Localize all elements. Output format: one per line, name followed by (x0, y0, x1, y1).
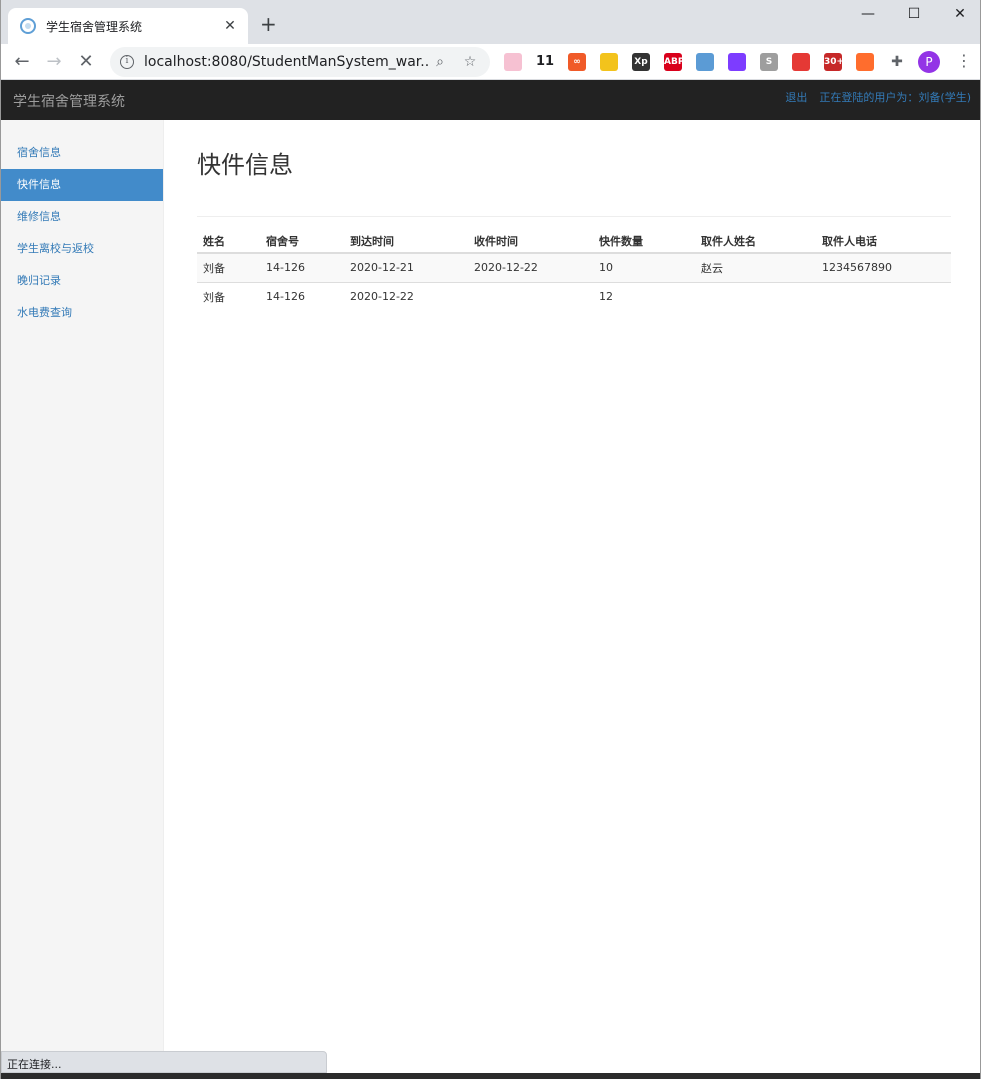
back-arrow-icon[interactable]: ← (10, 50, 34, 74)
extension-2-icon[interactable]: 11 (536, 53, 554, 71)
cell-picker-name: 赵云 (695, 252, 816, 282)
puzzle-icon[interactable]: ✚ (888, 53, 906, 71)
forward-arrow-icon[interactable]: → (42, 50, 66, 74)
browser-menu-icon[interactable]: ⋮ (956, 51, 972, 70)
column-header-picker-phone: 取件人电话 (816, 229, 951, 254)
url-text[interactable]: localhost:8080/StudentManSystem_war... (144, 54, 430, 70)
logout-link[interactable]: 退出 (785, 89, 807, 105)
site-info-icon[interactable]: i (120, 55, 134, 69)
app-navbar: 学生宿舍管理系统 退出 正在登陆的用户为：刘备(学生) (0, 80, 981, 120)
column-header-name: 姓名 (197, 229, 260, 254)
extension-8-icon[interactable] (728, 53, 746, 71)
express-table: 姓名 宿舍号 到达时间 收件时间 快件数量 取件人姓名 取件人电话 刘备 14-… (197, 229, 951, 311)
column-header-count: 快件数量 (593, 229, 695, 254)
sidebar-item-utility-bill[interactable]: 水电费查询 (1, 297, 163, 329)
navbar-right: 退出 正在登陆的用户为：刘备(学生) (785, 89, 971, 105)
extension-7-icon[interactable] (696, 53, 714, 71)
zoom-icon[interactable]: ⌕ (430, 54, 450, 70)
extension-9-icon[interactable]: S (760, 53, 778, 71)
logged-in-user-link[interactable]: 正在登陆的用户为：刘备(学生) (819, 89, 971, 105)
minimize-button[interactable]: — (858, 6, 878, 22)
sidebar-item-late-return[interactable]: 晚归记录 (1, 265, 163, 297)
tab-title: 学生宿舍管理系统 (46, 19, 143, 34)
browser-toolbar: ← → ✕ i localhost:8080/StudentManSystem_… (0, 44, 981, 80)
column-header-dorm: 宿舍号 (260, 229, 344, 254)
sidebar: 宿舍信息 快件信息 维修信息 学生离校与返校 晚归记录 水电费查询 (1, 120, 164, 1051)
sidebar-item-leave-return[interactable]: 学生离校与返校 (1, 233, 163, 265)
cell-name: 刘备 (197, 252, 260, 282)
column-header-received: 收件时间 (468, 229, 593, 254)
bookmark-star-icon[interactable]: ☆ (460, 54, 480, 70)
extension-12-icon[interactable] (856, 53, 874, 71)
column-header-arrival: 到达时间 (344, 229, 468, 254)
cell-count: 10 (593, 252, 695, 282)
table-row: 刘备 14-126 2020-12-22 12 (197, 281, 951, 311)
taskbar-strip (0, 1073, 981, 1079)
table-header-row: 姓名 宿舍号 到达时间 收件时间 快件数量 取件人姓名 取件人电话 (197, 229, 951, 254)
cell-count: 12 (593, 281, 695, 311)
app-brand[interactable]: 学生宿舍管理系统 (13, 91, 125, 111)
cell-picker-name (695, 281, 816, 311)
favicon-icon (20, 18, 36, 34)
close-tab-icon[interactable]: ✕ (222, 18, 238, 34)
browser-tab[interactable]: 学生宿舍管理系统 ✕ (8, 8, 248, 44)
cell-dorm: 14-126 (260, 252, 344, 282)
extension-3-icon[interactable]: ∞ (568, 53, 586, 71)
sidebar-item-repair-info[interactable]: 维修信息 (1, 201, 163, 233)
extension-11-icon[interactable]: 30+ (824, 53, 844, 71)
browser-titlebar: 学生宿舍管理系统 ✕ + — ☐ ✕ (0, 0, 981, 44)
cell-arrival: 2020-12-22 (344, 281, 468, 311)
stop-loading-icon[interactable]: ✕ (74, 50, 98, 74)
main-content: 快件信息 姓名 宿舍号 到达时间 收件时间 快件数量 取件人姓名 取件人电话 刘… (197, 120, 951, 311)
sidebar-item-dorm-info[interactable]: 宿舍信息 (1, 137, 163, 169)
adblock-icon[interactable]: ABP (664, 53, 684, 71)
new-tab-button[interactable]: + (260, 14, 277, 34)
extension-10-icon[interactable] (792, 53, 810, 71)
cell-picker-phone (816, 281, 951, 311)
sidebar-item-express-info[interactable]: 快件信息 (1, 169, 163, 201)
profile-avatar[interactable]: P (918, 51, 940, 73)
cell-received: 2020-12-22 (468, 252, 593, 282)
maximize-button[interactable]: ☐ (904, 6, 924, 22)
browser-status-bar: 正在连接... (1, 1051, 327, 1073)
page-title: 快件信息 (197, 150, 951, 217)
cell-picker-phone: 1234567890 (816, 252, 951, 282)
address-bar[interactable]: i localhost:8080/StudentManSystem_war...… (110, 47, 490, 77)
close-window-button[interactable]: ✕ (950, 6, 970, 22)
cell-dorm: 14-126 (260, 281, 344, 311)
cell-received (468, 281, 593, 311)
cell-arrival: 2020-12-21 (344, 252, 468, 282)
column-header-picker-name: 取件人姓名 (695, 229, 816, 254)
extension-5-icon[interactable]: Xp (632, 53, 650, 71)
cell-name: 刘备 (197, 281, 260, 311)
extension-4-icon[interactable] (600, 53, 618, 71)
table-row: 刘备 14-126 2020-12-21 2020-12-22 10 赵云 12… (197, 252, 951, 282)
extension-1-icon[interactable] (504, 53, 522, 71)
